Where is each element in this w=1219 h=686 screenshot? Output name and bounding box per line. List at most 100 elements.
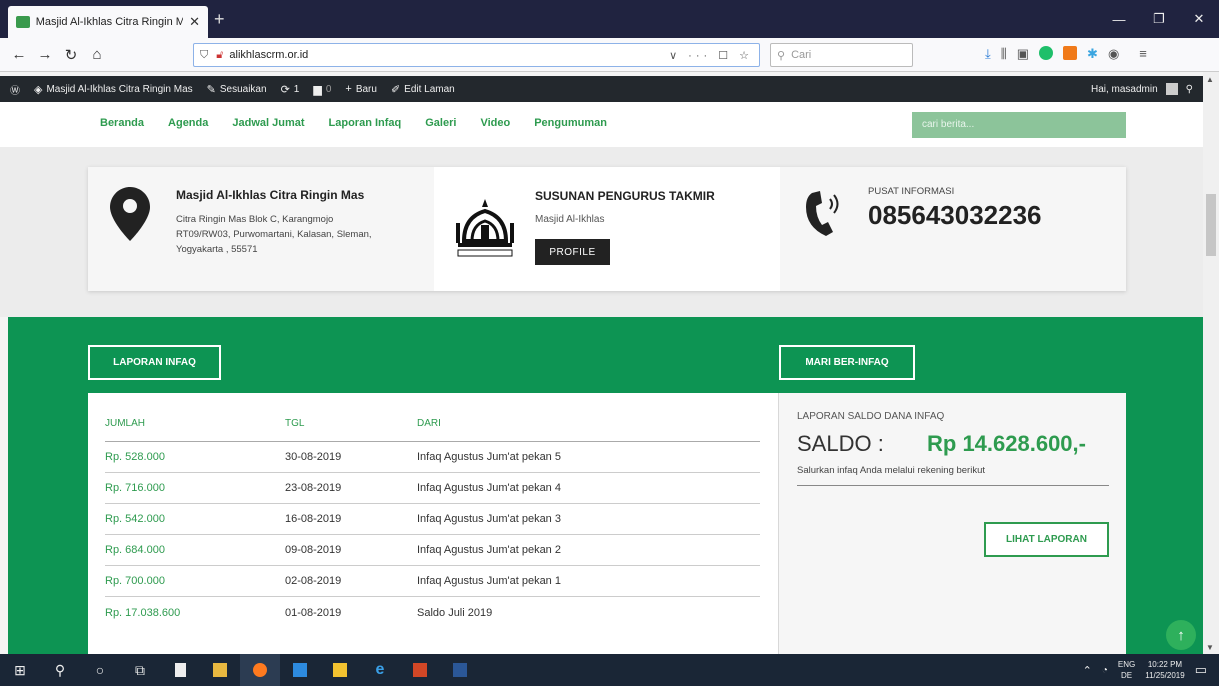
row-date: 01-08-2019 — [285, 606, 342, 619]
insecure-lock-icon[interactable]: 🔓︎ — [216, 49, 223, 62]
nav-video[interactable]: Video — [480, 117, 510, 129]
infaq-table-body: Rp. 528.000 30-08-2019 Infaq Agustus Jum… — [105, 442, 760, 628]
scrollbar-thumb[interactable] — [1206, 194, 1216, 256]
tracking-shield-icon[interactable]: ⛉ — [200, 49, 208, 62]
admin-customize-link[interactable]: ✎ Sesuaikan — [207, 83, 267, 96]
avatar[interactable] — [1165, 83, 1178, 95]
page-scrollbar[interactable]: ▲ ▼ — [1203, 72, 1219, 654]
row-date: 16-08-2019 — [285, 513, 342, 525]
tray-chevron-icon[interactable]: ⌃ — [1083, 664, 1092, 677]
file-explorer-icon[interactable] — [200, 654, 240, 686]
admin-search-icon[interactable]: ⚲ — [1186, 84, 1193, 95]
nav-agenda[interactable]: Agenda — [168, 117, 208, 129]
extension-green-icon[interactable] — [1039, 46, 1054, 60]
structure-title: SUSUNAN PENGURUS TAKMIR — [535, 189, 715, 203]
network-icon[interactable]: ◔ — [1102, 665, 1108, 676]
windows-start-icon[interactable]: ⊞ — [0, 654, 40, 686]
taskbar-search-icon[interactable]: ⚲ — [40, 654, 80, 686]
notes-icon[interactable] — [320, 654, 360, 686]
store-icon[interactable] — [280, 654, 320, 686]
language-indicator[interactable]: ENG DE — [1118, 659, 1135, 681]
address-bar[interactable]: ⛉ 🔓︎ alikhlascrm.or.id ∨ ··· ☐ ☆ — [193, 43, 760, 67]
back-to-top-icon[interactable]: ↑ — [1166, 620, 1196, 650]
row-date: 30-08-2019 — [285, 451, 342, 463]
site-search-input[interactable]: cari berita... — [912, 112, 1126, 138]
task-view-icon[interactable]: ⧉ — [120, 654, 160, 686]
saldo-label: SALDO : — [797, 431, 884, 456]
table-row: Rp. 716.000 23-08-2019 Infaq Agustus Jum… — [105, 473, 760, 504]
new-tab-icon[interactable]: + — [214, 9, 225, 30]
row-amount: Rp. 542.000 — [105, 513, 165, 525]
infaq-table-header: JUMLAH TGL DARI — [105, 418, 760, 442]
row-date: 09-08-2019 — [285, 544, 342, 556]
address-text: Citra Ringin Mas Blok C, Karangmojo RT09… — [176, 214, 372, 255]
plus-icon: + — [345, 83, 352, 95]
header-date: TGL — [285, 418, 305, 429]
extension-gear-icon[interactable]: ✱ — [1087, 46, 1098, 62]
back-icon[interactable]: ← — [6, 46, 32, 63]
firefox-icon[interactable] — [240, 654, 280, 686]
browser-nav-bar: ← → ↻ ⌂ ⛉ 🔓︎ alikhlascrm.or.id ∨ ··· ☐ ☆… — [0, 38, 1219, 72]
profile-button[interactable]: PROFILE — [535, 239, 610, 265]
nav-jadwal-jumat[interactable]: Jadwal Jumat — [232, 117, 304, 129]
admin-new-link[interactable]: + Baru — [345, 83, 377, 95]
tab-title: Masjid Al-Ikhlas Citra Ringin M — [35, 16, 184, 28]
row-amount: Rp. 700.000 — [105, 575, 165, 587]
donate-panel: LAPORAN SALDO DANA INFAQ SALDO : Rp 14.6… — [778, 393, 1126, 654]
row-amount: Rp. 684.000 — [105, 544, 165, 556]
browser-search-placeholder: Cari — [791, 49, 812, 61]
admin-greeting[interactable]: Hai, masadmin — [1091, 84, 1158, 95]
row-from: Infaq Agustus Jum'at pekan 3 — [417, 513, 561, 525]
edge-icon[interactable]: e — [360, 654, 400, 686]
close-window-icon[interactable]: ✕ — [1179, 0, 1219, 38]
minimize-icon[interactable]: — — [1099, 0, 1139, 38]
nav-beranda[interactable]: Beranda — [100, 117, 144, 129]
admin-comments-link[interactable]: ▆ 0 — [313, 83, 331, 96]
browser-search-input[interactable]: ⚲ Cari — [770, 43, 913, 67]
powerpoint-icon[interactable] — [400, 654, 440, 686]
transfer-note: Salurkan infaq Anda melalui rekening ber… — [797, 465, 986, 476]
phone-number[interactable]: 085643032236 — [868, 200, 1042, 231]
reload-icon[interactable]: ↻ — [58, 46, 84, 64]
table-row: Rp. 17.038.600 01-08-2019 Saldo Juli 201… — [105, 597, 760, 628]
admin-edit-link[interactable]: ✐ Edit Laman — [391, 83, 455, 96]
browser-tab[interactable]: Masjid Al-Ikhlas Citra Ringin M ✕ — [8, 6, 208, 38]
scroll-down-icon[interactable]: ▼ — [1206, 643, 1214, 652]
cortana-icon[interactable]: ○ — [80, 654, 120, 686]
admin-updates-link[interactable]: ⟳ 1 — [281, 83, 300, 96]
row-from: Infaq Agustus Jum'at pekan 2 — [417, 544, 561, 556]
nav-galeri[interactable]: Galeri — [425, 117, 456, 129]
forward-icon[interactable]: → — [32, 46, 58, 63]
notifications-icon[interactable]: ▭ — [1195, 662, 1207, 678]
structure-subtitle: Masjid Al-Ikhlas — [535, 214, 605, 225]
close-tab-icon[interactable]: ✕ — [189, 14, 200, 30]
menu-hamburger-icon[interactable]: ≡ — [1139, 46, 1147, 62]
scroll-up-icon[interactable]: ▲ — [1206, 75, 1214, 84]
search-icon: ⚲ — [777, 49, 786, 62]
comments-icon: ▆ — [313, 83, 322, 96]
extension-orange-icon[interactable] — [1063, 46, 1078, 60]
account-icon[interactable]: ◉ — [1108, 46, 1119, 62]
nav-laporan-infaq[interactable]: Laporan Infaq — [329, 117, 402, 129]
restore-icon[interactable]: ❐ — [1139, 0, 1179, 38]
infaq-report-title: LAPORAN INFAQ — [88, 345, 221, 380]
library-icon[interactable]: ⫼ — [1001, 46, 1007, 62]
row-amount: Rp. 528.000 — [105, 451, 165, 463]
admin-site-link[interactable]: ◈ Masjid Al-Ikhlas Citra Ringin Mas — [34, 83, 193, 96]
location-pin-icon — [110, 187, 150, 241]
window-controls: — ❐ ✕ — [1099, 0, 1219, 38]
row-amount: Rp. 716.000 — [105, 482, 165, 494]
page-actions-icon[interactable]: ∨ ··· ☐ ☆ — [669, 49, 753, 62]
wordpress-logo-icon[interactable]: Ⓦ — [10, 82, 20, 97]
clock[interactable]: 10:22 PM 11/25/2019 — [1145, 659, 1184, 681]
word-icon[interactable] — [440, 654, 480, 686]
updates-icon: ⟳ — [280, 83, 290, 96]
view-report-button[interactable]: LIHAT LAPORAN — [984, 522, 1109, 557]
sidebar-icon[interactable]: ▣ — [1017, 46, 1029, 62]
nav-pengumuman[interactable]: Pengumuman — [534, 117, 607, 129]
downloads-icon[interactable]: ⤓ — [985, 46, 991, 62]
row-from: Infaq Agustus Jum'at pekan 4 — [417, 482, 561, 494]
home-icon[interactable]: ⌂ — [84, 46, 110, 63]
url-text[interactable]: alikhlascrm.or.id — [229, 49, 669, 61]
document-icon[interactable] — [160, 654, 200, 686]
